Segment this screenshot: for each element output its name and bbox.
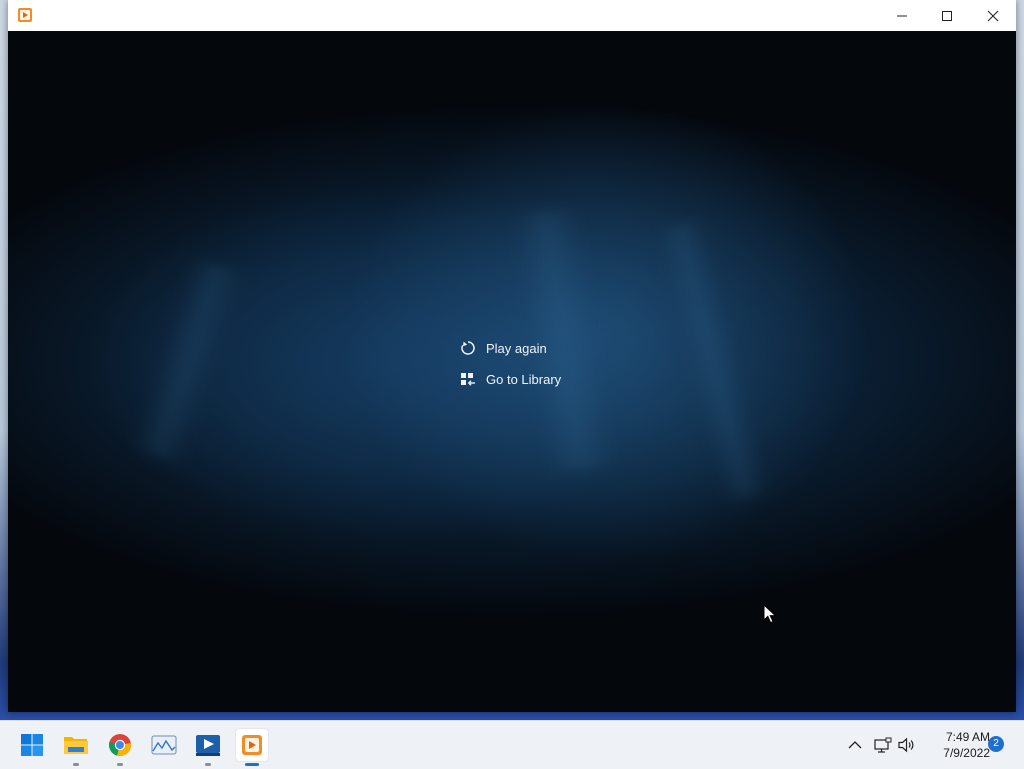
background-streak <box>654 219 772 503</box>
clock-time: 7:49 AM <box>945 730 990 744</box>
active-indicator <box>245 763 259 766</box>
clock[interactable]: 7:49 AM 7/9/2022 <box>922 729 990 761</box>
network-button[interactable] <box>872 721 894 769</box>
show-hidden-icons-button[interactable] <box>844 721 866 769</box>
library-icon <box>458 369 478 389</box>
media-player-icon <box>17 7 33 23</box>
taskbar-photos[interactable] <box>148 729 180 761</box>
taskbar: 7:49 AM 7/9/2022 <box>0 720 1024 769</box>
mouse-cursor-icon <box>763 603 777 629</box>
player-content-area[interactable]: Play again Go to Library <box>8 31 1016 712</box>
taskbar-media-player[interactable] <box>236 729 268 766</box>
minimize-button[interactable] <box>879 0 925 31</box>
maximize-button[interactable] <box>924 0 970 31</box>
go-to-library-button[interactable]: Go to Library <box>458 367 561 391</box>
play-again-label: Play again <box>486 340 547 356</box>
start-button[interactable] <box>16 729 48 761</box>
go-to-library-label: Go to Library <box>486 371 562 387</box>
chrome-icon <box>109 734 132 757</box>
close-button[interactable] <box>970 0 1016 31</box>
maximize-icon <box>942 10 952 21</box>
clock-date: 7/9/2022 <box>943 746 990 760</box>
media-player-icon <box>242 735 262 755</box>
background-streak <box>128 256 248 466</box>
notification-badge[interactable]: 2 <box>988 736 1004 752</box>
network-icon <box>874 737 892 753</box>
close-icon <box>987 10 999 21</box>
taskbar-chrome[interactable] <box>104 729 136 766</box>
volume-icon <box>898 737 914 753</box>
taskbar-movies-tv[interactable] <box>192 729 224 766</box>
chevron-up-icon <box>848 741 862 749</box>
replay-icon <box>458 338 478 358</box>
folder-icon <box>64 737 88 754</box>
media-player-window: Play again Go to Library <box>8 0 1016 712</box>
running-indicator <box>117 763 123 766</box>
minimize-icon <box>897 15 907 16</box>
running-indicator <box>205 763 211 766</box>
windows-start-icon <box>21 734 43 756</box>
photos-icon <box>151 735 177 755</box>
running-indicator <box>73 763 79 766</box>
desktop-icons-edge <box>0 55 8 175</box>
volume-button[interactable] <box>896 721 918 769</box>
taskbar-file-explorer[interactable] <box>60 729 92 766</box>
play-again-button[interactable]: Play again <box>458 336 547 360</box>
title-bar[interactable] <box>8 0 1016 31</box>
movies-tv-icon <box>196 735 220 756</box>
